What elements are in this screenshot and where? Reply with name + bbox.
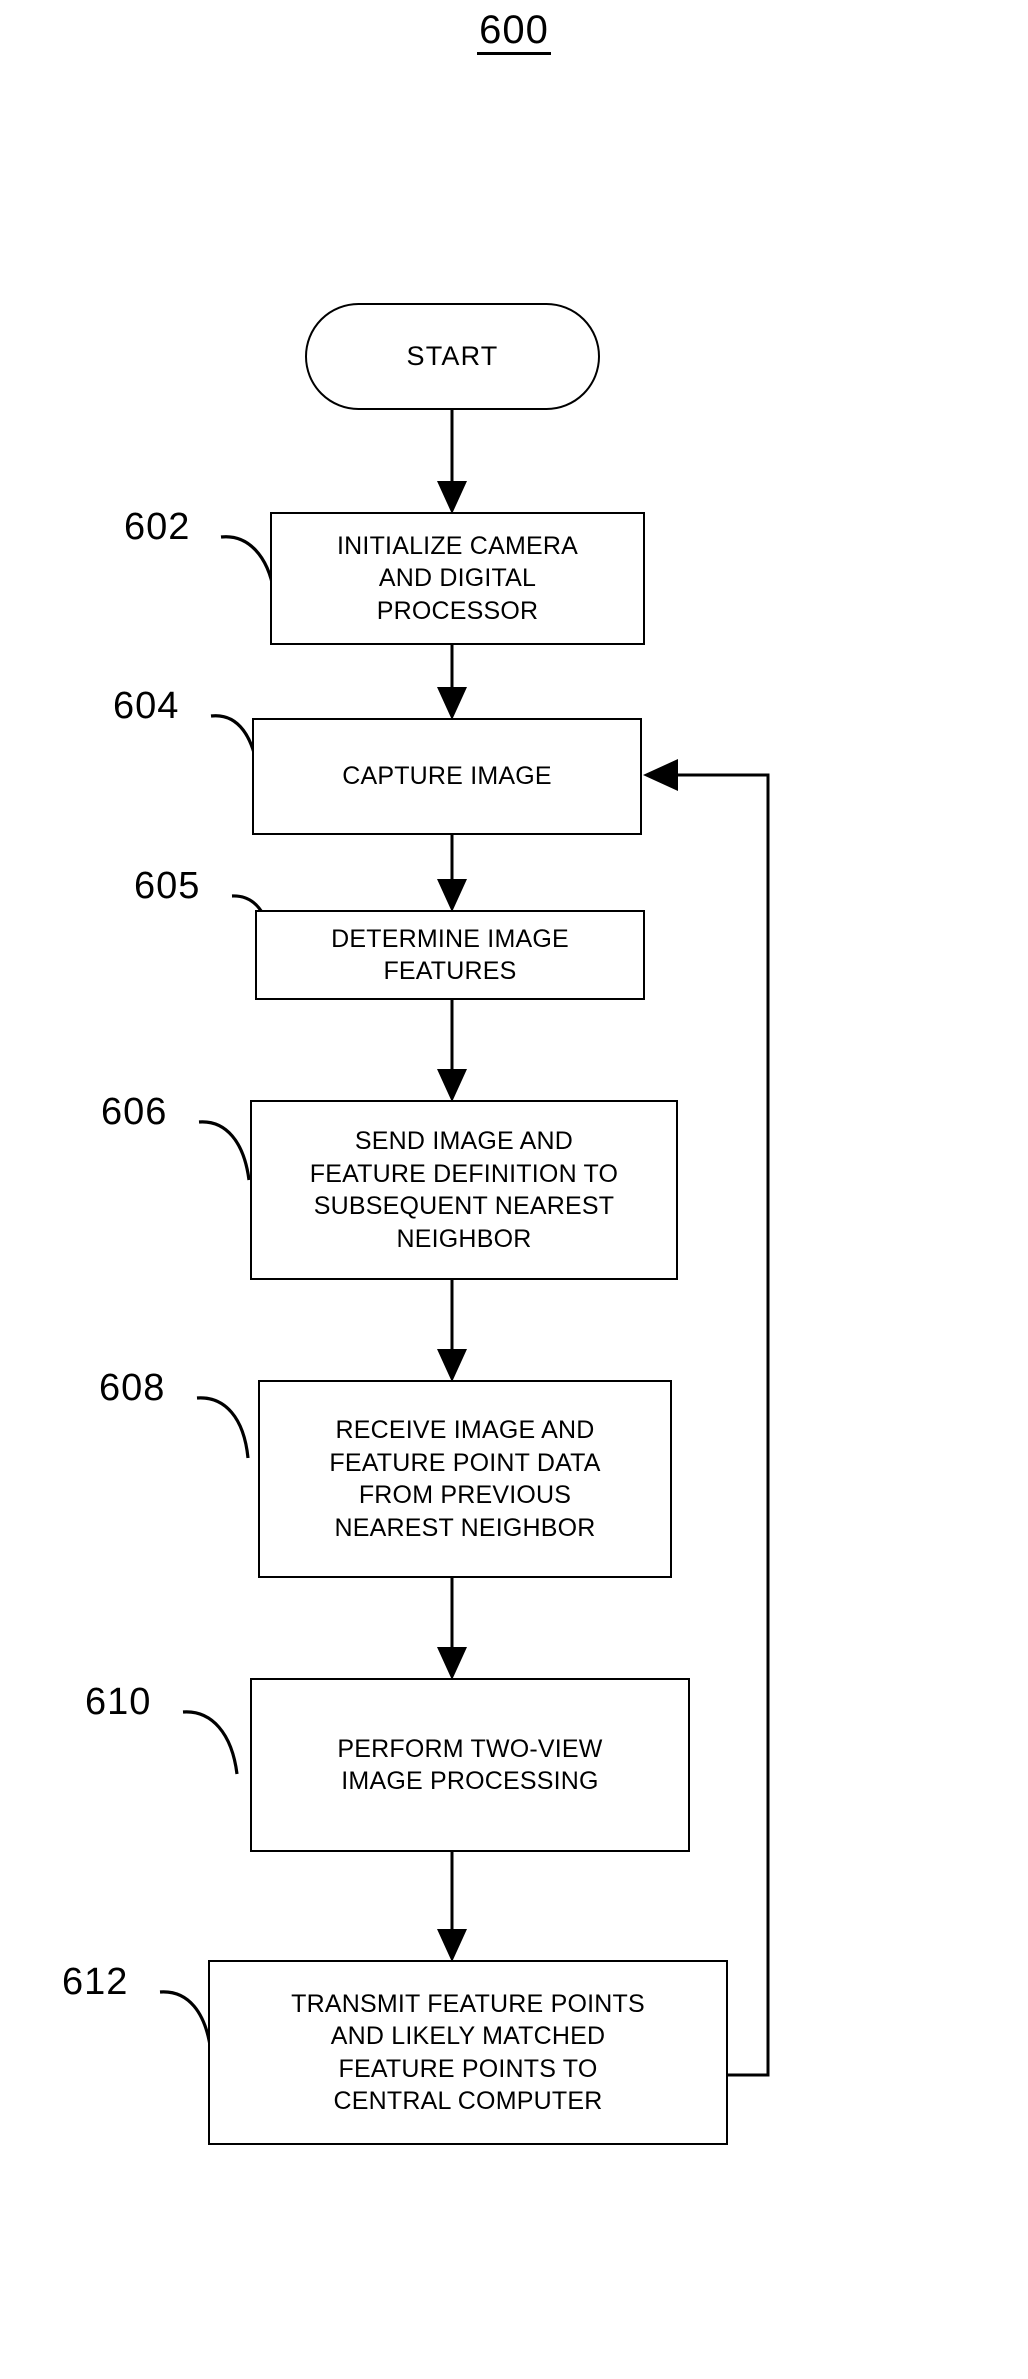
- figure-number-text: 600: [477, 10, 551, 55]
- ref-label-612: 612: [62, 1961, 129, 2003]
- flow-node-608-label: RECEIVE IMAGE AND FEATURE POINT DATA FRO…: [329, 1416, 601, 1542]
- leader-610: [182, 1710, 239, 1775]
- flow-node-612: TRANSMIT FEATURE POINTS AND LIKELY MATCH…: [208, 1960, 728, 2145]
- flow-node-606-label: SEND IMAGE AND FEATURE DEFINITION TO SUB…: [309, 1127, 619, 1253]
- flow-node-602: INITIALIZE CAMERA AND DIGITAL PROCESSOR: [270, 512, 645, 645]
- ref-label-604: 604: [113, 685, 180, 727]
- flow-node-605: DETERMINE IMAGE FEATURES: [255, 910, 645, 1000]
- flow-node-604-label: CAPTURE IMAGE: [342, 762, 552, 791]
- flow-node-606: SEND IMAGE AND FEATURE DEFINITION TO SUB…: [250, 1100, 678, 1280]
- ref-label-606: 606: [101, 1091, 168, 1133]
- arrowhead-610-to-612: [437, 1929, 467, 1962]
- ref-label-605: 605: [134, 865, 201, 907]
- leader-602: [220, 535, 276, 593]
- flow-node-608: RECEIVE IMAGE AND FEATURE POINT DATA FRO…: [258, 1380, 672, 1578]
- ref-label-602: 602: [124, 506, 191, 548]
- arrowhead-feedback-to-604: [643, 759, 678, 791]
- arrowhead-start-to-602: [437, 481, 467, 514]
- flow-node-start: START: [305, 303, 600, 410]
- leader-606: [198, 1120, 251, 1181]
- arrowhead-604-to-605: [437, 879, 467, 912]
- flow-node-602-label: INITIALIZE CAMERA AND DIGITAL PROCESSOR: [337, 531, 578, 625]
- flow-node-612-label: TRANSMIT FEATURE POINTS AND LIKELY MATCH…: [291, 1989, 645, 2116]
- arrowhead-605-to-606: [437, 1069, 467, 1102]
- flow-node-610-label: PERFORM TWO-VIEW IMAGE PROCESSING: [337, 1734, 603, 1796]
- figure-number: 600: [0, 8, 1028, 55]
- ref-label-610: 610: [85, 1681, 152, 1723]
- flow-node-610: PERFORM TWO-VIEW IMAGE PROCESSING: [250, 1678, 690, 1852]
- edge-612-feedback-to-604: [665, 773, 770, 2077]
- arrowhead-602-to-604: [437, 687, 467, 720]
- flow-node-start-label: START: [406, 340, 499, 371]
- arrowhead-606-to-608: [437, 1349, 467, 1382]
- arrowhead-608-to-610: [437, 1647, 467, 1680]
- ref-label-608: 608: [99, 1367, 166, 1409]
- flow-node-604: CAPTURE IMAGE: [252, 718, 642, 835]
- leader-612: [159, 1990, 213, 2053]
- flow-node-605-label: DETERMINE IMAGE FEATURES: [331, 924, 569, 986]
- leader-608: [196, 1396, 250, 1459]
- figure-page: 600 START INITIALIZE CAMERA AND DIGITAL …: [0, 0, 1028, 2379]
